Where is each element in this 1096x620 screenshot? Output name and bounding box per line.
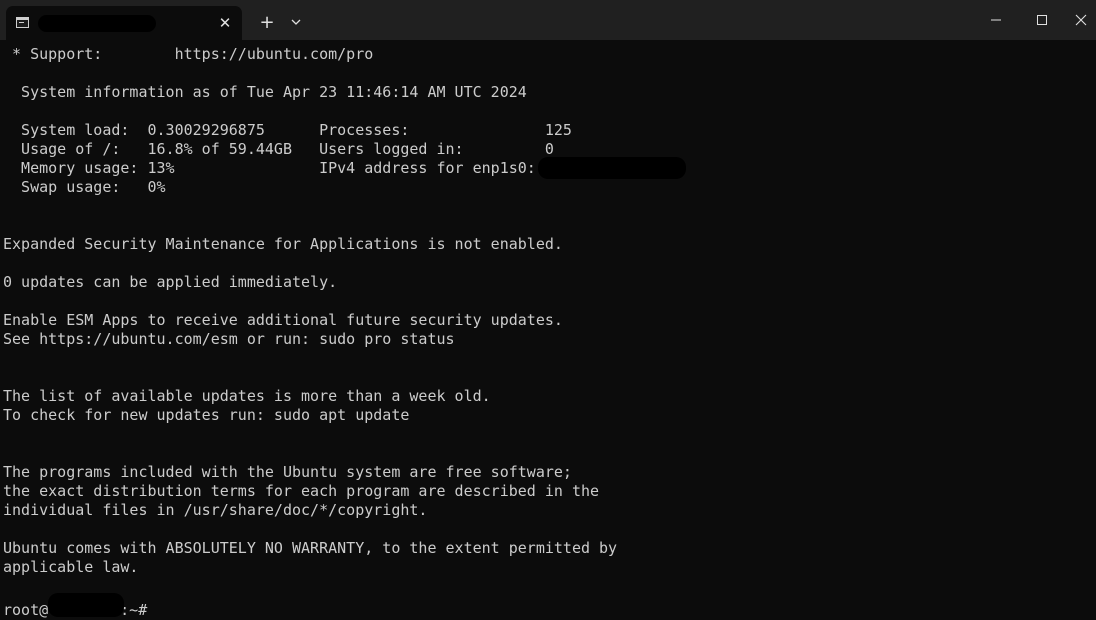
chevron-down-icon: [291, 19, 301, 25]
terminal-line: 0 updates can be applied immediately.: [3, 273, 338, 291]
terminal-line: applicable law.: [3, 558, 139, 576]
close-icon: ✕: [218, 14, 232, 32]
terminal-output[interactable]: * Support: https://ubuntu.com/pro System…: [3, 45, 1088, 620]
prompt-user: root@: [3, 601, 49, 619]
plus-icon: +: [259, 12, 275, 33]
terminal-line: the exact distribution terms for each pr…: [3, 482, 600, 500]
tab-title-redacted: [38, 15, 156, 32]
terminal-line: System load: 0.30029296875 Processes: 12…: [3, 121, 572, 139]
terminal-line: The list of available updates is more th…: [3, 387, 491, 405]
terminal-line: To check for new updates run: sudo apt u…: [3, 406, 410, 424]
tab-terminal[interactable]: ✕: [6, 6, 242, 40]
terminal-line: See https://ubuntu.com/esm or run: sudo …: [3, 330, 455, 348]
ip-address-redacted: [538, 157, 686, 179]
close-icon: [1075, 14, 1086, 26]
hostname-redacted-mark: [48, 593, 124, 617]
new-tab-button[interactable]: +: [256, 12, 278, 34]
terminal-line: Memory usage: 13% IPv4 address for enp1s…: [3, 159, 536, 177]
terminal-line: The programs included with the Ubuntu sy…: [3, 463, 572, 481]
terminal-line: individual files in /usr/share/doc/*/cop…: [3, 501, 428, 519]
terminal-line: System information as of Tue Apr 23 11:4…: [3, 83, 527, 101]
terminal-line: Swap usage: 0%: [3, 178, 166, 196]
tab-dropdown-button[interactable]: [285, 12, 307, 34]
terminal-line: Expanded Security Maintenance for Applic…: [3, 235, 563, 253]
prompt-suffix: :~#: [120, 601, 148, 619]
terminal-line: Enable ESM Apps to receive additional fu…: [3, 311, 563, 329]
close-window-button[interactable]: [1065, 0, 1096, 40]
maximize-button[interactable]: [1019, 0, 1065, 40]
terminal-line: * Support: https://ubuntu.com/pro: [3, 45, 374, 63]
terminal-line: Ubuntu comes with ABSOLUTELY NO WARRANTY…: [3, 539, 618, 557]
maximize-icon: [1037, 15, 1047, 25]
terminal-icon: [16, 17, 29, 28]
tab-close-button[interactable]: ✕: [214, 12, 236, 34]
title-bar: ✕ +: [0, 0, 1096, 40]
minimize-button[interactable]: [973, 0, 1019, 40]
minimize-icon: [991, 19, 1001, 21]
terminal-line: Usage of /: 16.8% of 59.44GB Users logge…: [3, 140, 554, 158]
